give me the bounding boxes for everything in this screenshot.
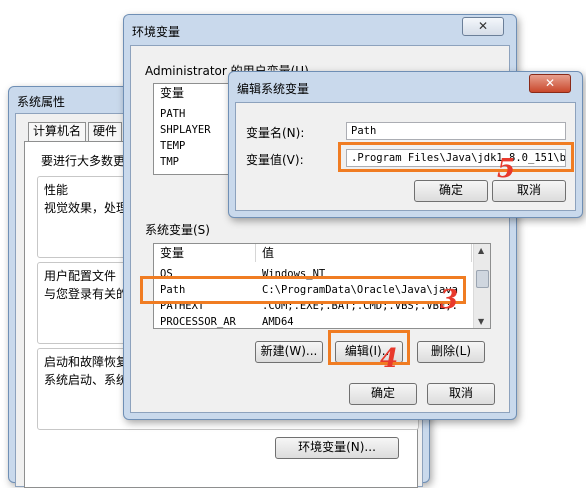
table-cell-val: AMD64: [262, 316, 294, 328]
table-cell-var: PROCESSOR_AR: [160, 316, 236, 328]
list-item[interactable]: TEMP: [160, 138, 185, 154]
variable-name-field[interactable]: Path: [346, 122, 566, 140]
user-profile-text: 与您登录有关的: [44, 287, 129, 301]
startup-text: 系统启动、系统: [44, 373, 129, 387]
variable-name-label: 变量名(N):: [246, 126, 305, 140]
scroll-up-icon[interactable]: ▲: [478, 246, 484, 255]
environment-variables-title: 环境变量: [132, 25, 181, 39]
system-vars-section-label: 系统变量(S): [145, 223, 210, 237]
table-row[interactable]: PROCESSOR_AR AMD64: [154, 314, 472, 328]
variable-value-label: 变量值(V):: [246, 153, 304, 167]
close-icon[interactable]: ✕: [529, 74, 571, 93]
tab-computer-name[interactable]: 计算机名: [28, 122, 87, 141]
startup-title: 启动和故障恢复: [44, 355, 129, 369]
edit-system-variable-title: 编辑系统变量: [237, 82, 310, 96]
list-item[interactable]: PATH: [160, 106, 185, 122]
scroll-thumb[interactable]: [476, 270, 489, 288]
step-3-marker: 3: [440, 285, 459, 315]
highlight-path-row: [140, 276, 466, 304]
ok-button[interactable]: 确定: [349, 383, 417, 405]
environment-variables-button[interactable]: 环境变量(N)...: [275, 437, 399, 459]
list-item[interactable]: SHPLAYER: [160, 122, 211, 138]
user-profile-title: 用户配置文件: [44, 269, 117, 283]
close-icon[interactable]: ✕: [462, 17, 504, 36]
list-item[interactable]: TMP: [160, 154, 179, 170]
system-vars-scrollbar[interactable]: ▲ ▼: [473, 244, 490, 328]
performance-title: 性能: [44, 183, 69, 197]
performance-text: 视觉效果，处理: [44, 201, 129, 215]
system-properties-title: 系统属性: [17, 95, 66, 109]
cancel-button[interactable]: 取消: [427, 383, 495, 405]
scroll-down-icon[interactable]: ▼: [478, 317, 484, 326]
system-vars-col-var: 变量: [154, 244, 256, 262]
intro-text: 要进行大多数更: [41, 154, 126, 168]
delete-variable-button[interactable]: 删除(L): [417, 341, 485, 363]
system-vars-col-val: 值: [256, 244, 472, 262]
ok-button[interactable]: 确定: [414, 180, 488, 202]
highlight-value-field: [338, 142, 574, 172]
new-variable-button[interactable]: 新建(W)...: [255, 341, 323, 363]
step-5-marker: 5: [497, 154, 516, 184]
step-4-marker: 4: [380, 344, 399, 374]
tab-hardware[interactable]: 硬件: [88, 122, 123, 141]
